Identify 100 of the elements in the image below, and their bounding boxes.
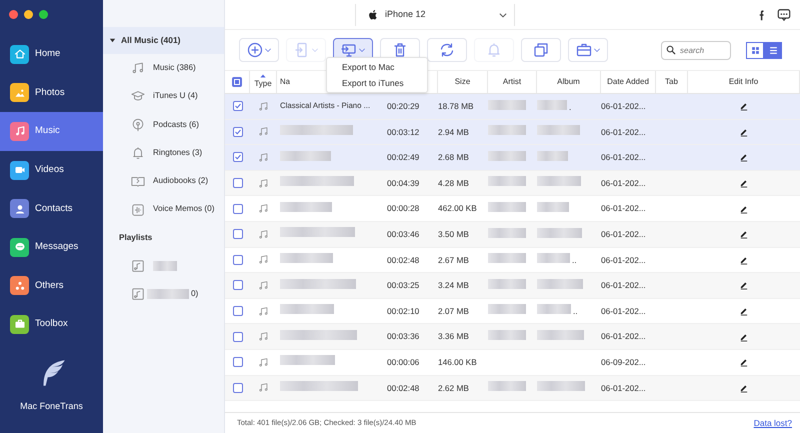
track-row[interactable]: 00:03:46 3.50 MB 06-01-202...: [225, 222, 800, 248]
select-all-checkbox[interactable]: [232, 77, 242, 87]
track-row[interactable]: 00:02:48 2.62 MB 06-01-202...: [225, 376, 800, 402]
pencil-edit-icon[interactable]: [739, 178, 749, 188]
window-control-dot[interactable]: [9, 10, 18, 19]
row-checkbox[interactable]: [232, 229, 242, 240]
track-row[interactable]: 00:03:36 3.36 MB 06-01-202...: [225, 324, 800, 350]
music-notes-icon: [258, 203, 269, 214]
column-header[interactable]: Album: [557, 76, 580, 88]
column-header[interactable]: Edit Info: [728, 76, 758, 88]
column-header[interactable]: Date Added: [607, 76, 649, 88]
menu-item[interactable]: Export to Mac: [327, 59, 427, 75]
blurred-text: [280, 304, 334, 314]
size-text: 3.36 MB: [438, 331, 469, 342]
blurred-text: [147, 289, 189, 300]
computer-export-icon: [340, 42, 356, 58]
row-checkbox[interactable]: [232, 332, 242, 342]
column-header[interactable]: Artist: [502, 76, 522, 88]
sidebar-label: Photos: [35, 86, 65, 100]
search-field[interactable]: search: [661, 40, 731, 60]
playlist-count: 0): [191, 288, 198, 300]
date-text: 06-09-202...: [601, 357, 646, 368]
pencil-edit-icon[interactable]: [739, 152, 749, 162]
row-checkbox[interactable]: [232, 357, 242, 368]
track-row[interactable]: 00:04:39 4.28 MB 06-01-202...: [225, 170, 800, 196]
column-header[interactable]: Size: [454, 76, 470, 88]
blurred-text: [537, 176, 581, 186]
speech-bubble-icon: [14, 241, 26, 254]
category-item[interactable]: Podcasts (6): [103, 110, 224, 139]
row-checkbox[interactable]: [232, 126, 242, 137]
row-checkbox[interactable]: [232, 178, 242, 188]
pencil-edit-icon[interactable]: [739, 332, 749, 342]
blurred-text: [537, 202, 569, 212]
music-notes-icon: [258, 100, 269, 112]
toolbox-icon: [14, 318, 26, 330]
pencil-edit-icon[interactable]: [739, 382, 749, 393]
music-notes-icon: [131, 61, 145, 76]
row-checkbox[interactable]: [232, 280, 242, 290]
pencil-edit-icon[interactable]: [739, 306, 749, 316]
duration-text: 00:03:46: [387, 229, 420, 240]
category-label: Voice Memos (0): [153, 203, 214, 216]
sidebar-item[interactable]: Home: [0, 35, 103, 74]
category-item[interactable]: Audiobooks (2): [103, 167, 224, 196]
blurred-text: [280, 202, 332, 212]
pencil-edit-icon[interactable]: [739, 101, 749, 112]
duration-text: 00:00:06: [387, 357, 420, 368]
size-text: 18.78 MB: [438, 101, 474, 112]
category-item[interactable]: Voice Memos (0): [103, 195, 224, 224]
list-view-button[interactable]: [764, 42, 782, 58]
image-icon: [14, 86, 26, 99]
grid-view-button[interactable]: [746, 42, 764, 58]
music-notes-icon: [258, 356, 269, 368]
pencil-edit-icon[interactable]: [739, 254, 749, 265]
duration-text: 00:02:48: [387, 254, 420, 265]
window-control-dot[interactable]: [24, 10, 33, 19]
row-checkbox[interactable]: [232, 382, 242, 393]
music-notes-icon: [258, 254, 269, 266]
row-checkbox[interactable]: [232, 306, 242, 316]
sidebar-label: Messages: [35, 240, 78, 254]
track-row[interactable]: 00:02:49 2.68 MB 06-01-202...: [225, 145, 800, 171]
track-row[interactable]: 00:03:25 3.24 MB 06-01-202...: [225, 273, 800, 299]
pencil-edit-icon[interactable]: [739, 357, 749, 368]
category-tree-root[interactable]: All Music (401): [103, 27, 224, 54]
blurred-text: [537, 330, 584, 340]
blurred-text: [537, 150, 568, 161]
sidebar-item[interactable]: Photos: [0, 74, 103, 112]
category-item[interactable]: Ringtones (3): [103, 138, 224, 168]
sort-arrow-icon: [260, 74, 266, 78]
row-checkbox[interactable]: [232, 152, 242, 162]
category-item[interactable]: iTunes U (4): [103, 82, 224, 111]
category-item[interactable]: Music (386): [103, 54, 224, 82]
pencil-edit-icon[interactable]: [739, 229, 749, 240]
device-selector[interactable]: iPhone 12: [355, 4, 515, 26]
sidebar-item[interactable]: Videos: [0, 150, 103, 190]
row-checkbox[interactable]: [232, 101, 242, 112]
pencil-edit-icon[interactable]: [739, 280, 749, 290]
sidebar-item[interactable]: Toolbox: [0, 305, 103, 344]
sidebar-item[interactable]: Music: [0, 112, 103, 151]
row-checkbox[interactable]: [232, 254, 242, 265]
feedback-chat-icon[interactable]: [777, 8, 791, 22]
category-label: Podcasts (6): [153, 118, 199, 131]
menu-item[interactable]: Export to iTunes: [327, 75, 427, 91]
music-notes-icon: [258, 306, 269, 317]
window-control-dot[interactable]: [39, 10, 48, 19]
column-header[interactable]: Tab: [665, 76, 678, 88]
track-row[interactable]: 00:03:12 2.94 MB 06-01-202...: [225, 120, 800, 146]
data-lost-link[interactable]: Data lost?: [754, 416, 792, 430]
sidebar-label: Music: [35, 124, 60, 138]
playlist-item[interactable]: 0): [103, 280, 224, 308]
sidebar-item[interactable]: Others: [0, 266, 103, 306]
sidebar-item[interactable]: Contacts: [0, 189, 103, 228]
pencil-edit-icon[interactable]: [739, 126, 749, 137]
row-checkbox[interactable]: [232, 204, 242, 214]
date-text: 06-01-202...: [601, 306, 646, 316]
album-ellipsis: ..: [573, 306, 578, 316]
pencil-edit-icon[interactable]: [739, 204, 749, 214]
column-header[interactable]: Type: [254, 78, 272, 90]
size-text: 2.94 MB: [438, 126, 469, 137]
blurred-text: [280, 355, 335, 366]
sidebar-item[interactable]: Messages: [0, 228, 103, 267]
